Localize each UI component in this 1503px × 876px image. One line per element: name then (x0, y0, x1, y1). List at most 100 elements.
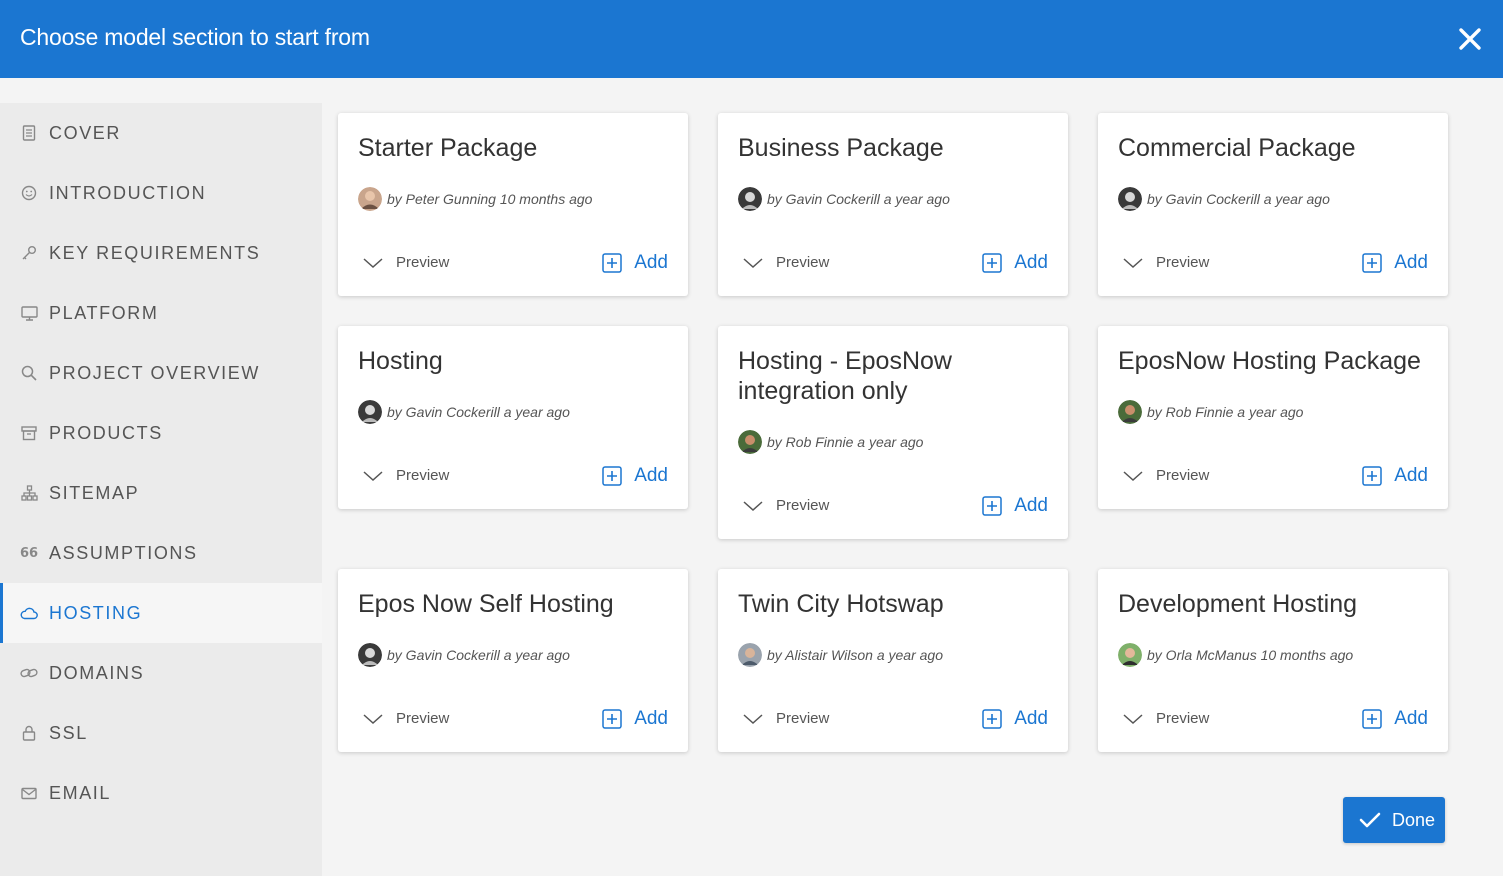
sidebar-item-platform[interactable]: PLATFORM (0, 283, 322, 343)
chevron-down-icon (363, 257, 383, 268)
sidebar-item-cover[interactable]: COVER (0, 103, 322, 163)
add-button[interactable]: Add (982, 708, 1048, 730)
avatar (358, 643, 382, 667)
quote-icon: 66 (19, 545, 39, 561)
modal-title: Choose model section to start from (20, 24, 370, 50)
section-card: EposNow Hosting Package by Rob Finnie a … (1098, 326, 1448, 509)
preview-toggle[interactable]: Preview (1122, 254, 1209, 271)
card-author: by Gavin Cockerill a year ago (738, 187, 950, 211)
card-title: Epos Now Self Hosting (358, 590, 614, 618)
add-icon (982, 253, 1002, 273)
add-icon (982, 496, 1002, 516)
document-icon (20, 124, 38, 142)
add-button[interactable]: Add (982, 495, 1048, 517)
add-icon (602, 709, 622, 729)
sidebar-item-label: INTRODUCTION (49, 182, 207, 203)
sidebar-item-hosting[interactable]: HOSTING (0, 583, 322, 643)
sidebar-item-key-requirements[interactable]: KEY REQUIREMENTS (0, 223, 322, 283)
preview-toggle[interactable]: Preview (1122, 710, 1209, 727)
avatar (1118, 643, 1142, 667)
add-icon (1362, 466, 1382, 486)
chevron-down-icon (1123, 257, 1143, 268)
chevron-down-icon (1123, 470, 1143, 481)
add-icon (1362, 709, 1382, 729)
add-icon (602, 466, 622, 486)
smiley-icon (20, 184, 38, 202)
avatar (1118, 400, 1142, 424)
card-author: by Rob Finnie a year ago (738, 430, 923, 454)
cloud-icon (20, 604, 38, 622)
sidebar-item-label: EMAIL (49, 782, 112, 803)
avatar (1118, 187, 1142, 211)
add-button[interactable]: Add (602, 708, 668, 730)
sidebar-item-domains[interactable]: DOMAINS (0, 643, 322, 703)
section-card: Twin City Hotswap by Alistair Wilson a y… (718, 569, 1068, 752)
sidebar-item-label: HOSTING (49, 602, 143, 623)
sidebar-item-email[interactable]: EMAIL (0, 763, 322, 823)
sidebar-item-sitemap[interactable]: SITEMAP (0, 463, 322, 523)
add-button[interactable]: Add (1362, 252, 1428, 274)
sidebar-item-label: DOMAINS (49, 662, 145, 683)
card-author: by Peter Gunning 10 months ago (358, 187, 592, 211)
section-card: Epos Now Self Hosting by Gavin Cockerill… (338, 569, 688, 752)
preview-toggle[interactable]: Preview (742, 497, 829, 514)
chevron-down-icon (743, 713, 763, 724)
preview-toggle[interactable]: Preview (362, 467, 449, 484)
preview-toggle[interactable]: Preview (742, 710, 829, 727)
sidebar-item-label: SITEMAP (49, 482, 140, 503)
sidebar-item-label: PLATFORM (49, 302, 159, 323)
add-button[interactable]: Add (1362, 708, 1428, 730)
sidebar-item-label: ASSUMPTIONS (49, 542, 198, 563)
checkmark-icon (1359, 812, 1381, 828)
chevron-down-icon (743, 257, 763, 268)
add-button[interactable]: Add (602, 465, 668, 487)
lock-icon (20, 724, 38, 742)
box-icon (20, 424, 38, 442)
sidebar-item-introduction[interactable]: INTRODUCTION (0, 163, 322, 223)
sidebar-item-label: PRODUCTS (49, 422, 163, 443)
add-button[interactable]: Add (602, 252, 668, 274)
card-author: by Gavin Cockerill a year ago (1118, 187, 1330, 211)
card-author: by Rob Finnie a year ago (1118, 400, 1303, 424)
card-title: Hosting (358, 347, 443, 375)
link-icon (20, 664, 38, 682)
add-button[interactable]: Add (982, 252, 1048, 274)
preview-toggle[interactable]: Preview (362, 710, 449, 727)
preview-toggle[interactable]: Preview (362, 254, 449, 271)
avatar (358, 187, 382, 211)
search-icon (20, 364, 38, 382)
sidebar-item-assumptions[interactable]: 66 ASSUMPTIONS (0, 523, 322, 583)
sidebar-item-label: PROJECT OVERVIEW (49, 362, 260, 383)
avatar (358, 400, 382, 424)
sidebar-item-label: COVER (49, 122, 122, 143)
add-button[interactable]: Add (1362, 465, 1428, 487)
chevron-down-icon (1123, 713, 1143, 724)
done-button[interactable]: Done (1343, 797, 1445, 843)
card-title: Twin City Hotswap (738, 590, 944, 618)
card-title: EposNow Hosting Package (1118, 347, 1421, 375)
card-title: Commercial Package (1118, 134, 1356, 162)
section-card: Commercial Package by Gavin Cockerill a … (1098, 113, 1448, 296)
avatar (738, 430, 762, 454)
card-title: Development Hosting (1118, 590, 1358, 618)
card-author: by Gavin Cockerill a year ago (358, 643, 570, 667)
section-sidebar: COVER INTRODUCTION KEY REQUIREMENTS PLAT… (0, 103, 322, 876)
modal-header: Choose model section to start from (0, 0, 1503, 78)
close-icon[interactable] (1455, 24, 1485, 54)
sidebar-item-project-overview[interactable]: PROJECT OVERVIEW (0, 343, 322, 403)
avatar (738, 187, 762, 211)
add-icon (602, 253, 622, 273)
section-card: Business Package by Gavin Cockerill a ye… (718, 113, 1068, 296)
preview-toggle[interactable]: Preview (1122, 467, 1209, 484)
section-card: Starter Package by Peter Gunning 10 mont… (338, 113, 688, 296)
preview-toggle[interactable]: Preview (742, 254, 829, 271)
card-title: Starter Package (358, 134, 538, 162)
card-author: by Alistair Wilson a year ago (738, 643, 943, 667)
card-author: by Orla McManus 10 months ago (1118, 643, 1353, 667)
section-card: Development Hosting by Orla McManus 10 m… (1098, 569, 1448, 752)
avatar (738, 643, 762, 667)
key-icon (20, 244, 38, 262)
sidebar-item-ssl[interactable]: SSL (0, 703, 322, 763)
section-card: Hosting by Gavin Cockerill a year ago Pr… (338, 326, 688, 509)
sidebar-item-products[interactable]: PRODUCTS (0, 403, 322, 463)
